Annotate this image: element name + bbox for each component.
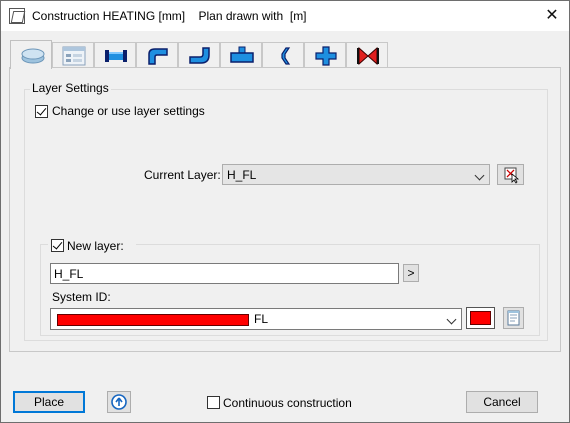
layer-settings-label: Layer Settings [30, 81, 111, 95]
tab-tee[interactable] [220, 42, 262, 68]
properties-icon [62, 46, 86, 66]
current-layer-value: H_FL [227, 168, 257, 182]
change-layer-label: Change or use layer settings [52, 104, 205, 118]
tab-pipe-straight[interactable] [94, 42, 136, 68]
tee-icon [230, 46, 254, 63]
tab-cross[interactable] [304, 42, 346, 68]
tab-valve[interactable] [346, 42, 388, 68]
chevron-down-icon [446, 314, 457, 325]
cross-icon [315, 46, 337, 66]
current-layer-dropdown[interactable]: H_FL [222, 164, 490, 185]
continuous-checkbox[interactable] [207, 396, 220, 409]
system-id-dropdown[interactable]: FL [50, 308, 462, 330]
tab-panel: Layer Settings Change or use layer setti… [9, 67, 561, 352]
system-color-swatch [57, 314, 249, 326]
valve-icon [357, 46, 379, 66]
tab-properties[interactable] [52, 42, 94, 68]
info-icon [111, 394, 127, 410]
cancel-button[interactable]: Cancel [466, 391, 538, 413]
title-bar: Construction HEATING [mm] Plan drawn wit… [1, 1, 569, 31]
system-color-button[interactable] [466, 307, 495, 329]
browse-layer-button[interactable]: > [403, 264, 419, 282]
tab-strip [10, 40, 390, 69]
current-layer-label: Current Layer: [144, 168, 221, 182]
place-button[interactable]: Place [13, 391, 85, 413]
app-icon [9, 8, 25, 24]
reducer-icon [281, 47, 291, 65]
new-layer-label: New layer: [67, 239, 124, 253]
pipe-straight-icon [105, 50, 127, 62]
window-title: Construction HEATING [mm] Plan drawn wit… [32, 9, 307, 23]
new-layer-checkbox[interactable] [51, 239, 64, 252]
system-id-edit-button[interactable] [503, 307, 524, 329]
tab-pipe-bend[interactable] [136, 42, 178, 68]
new-layer-name-value: H_FL [54, 267, 84, 281]
info-button[interactable] [107, 391, 131, 413]
pick-layer-icon [504, 167, 520, 184]
change-layer-checkbox[interactable] [35, 105, 48, 118]
dialog-window: Construction HEATING [mm] Plan drawn wit… [0, 0, 570, 423]
system-id-label: System ID: [52, 290, 111, 304]
tab-reducer[interactable] [262, 42, 304, 68]
tab-layer[interactable] [10, 40, 52, 69]
layer-icon [21, 48, 45, 64]
continuous-label: Continuous construction [223, 396, 352, 410]
system-id-value: FL [254, 312, 269, 326]
pipe-bend-icon [148, 48, 168, 65]
tab-pipe-elbow[interactable] [178, 42, 220, 68]
chevron-down-icon [474, 170, 485, 181]
close-button[interactable]: ✕ [537, 4, 567, 28]
pick-layer-button[interactable] [497, 164, 524, 185]
pipe-elbow-icon [189, 47, 210, 64]
notepad-icon [507, 310, 520, 326]
color-preview [470, 311, 491, 325]
new-layer-name-input[interactable]: H_FL [50, 263, 399, 284]
